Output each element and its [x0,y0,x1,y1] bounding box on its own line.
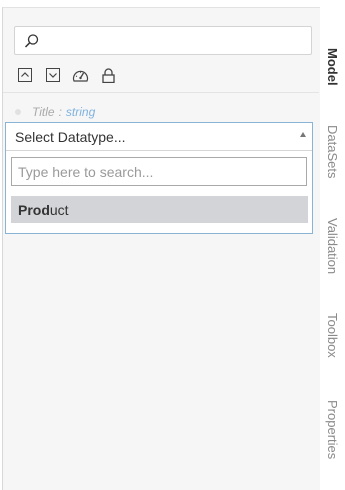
search-box[interactable] [14,26,312,55]
datatype-search-input[interactable] [12,158,306,185]
datatype-select[interactable]: Select Datatype... [6,123,312,151]
datatype-select-label: Select Datatype... [15,129,126,145]
property-name: Title [32,105,55,119]
tab-toolbox[interactable]: Toolbox [320,303,345,367]
option-match-text: Prod [18,201,50,218]
model-panel: Title : string Select Datatype... Produc… [2,7,320,490]
tab-properties[interactable]: Properties [320,390,345,470]
right-sidebar: Model DataSets Validation Toolbox Proper… [320,7,345,490]
collapse-all-icon[interactable] [16,66,34,84]
caret-up-icon[interactable] [300,132,306,137]
property-row-title[interactable]: Title : string [15,103,95,121]
search-icon [24,34,39,48]
speedometer-icon[interactable] [71,66,89,84]
expand-all-icon[interactable] [44,66,62,84]
bullet-icon [15,109,21,115]
top-strip [0,0,345,7]
tab-model-label: Model [325,48,340,86]
tab-datasets[interactable]: DataSets [320,117,345,187]
tab-datasets-label: DataSets [325,125,340,179]
datatype-search-field[interactable] [11,157,307,186]
dropdown-option-product[interactable]: Prod uct [11,196,308,223]
property-type: string [65,105,96,119]
datatype-dropdown[interactable]: Select Datatype... Product [5,122,313,234]
tab-model[interactable]: Model [320,36,345,98]
tab-toolbox-label: Toolbox [325,312,340,358]
option-rest-text: uct [49,201,69,218]
toolbar-divider [3,92,319,93]
property-separator: : [58,105,62,119]
tab-properties-label: Properties [325,400,340,460]
tab-validation[interactable]: Validation [320,207,345,285]
lock-icon[interactable] [99,66,117,84]
tab-validation-label: Validation [325,217,340,275]
